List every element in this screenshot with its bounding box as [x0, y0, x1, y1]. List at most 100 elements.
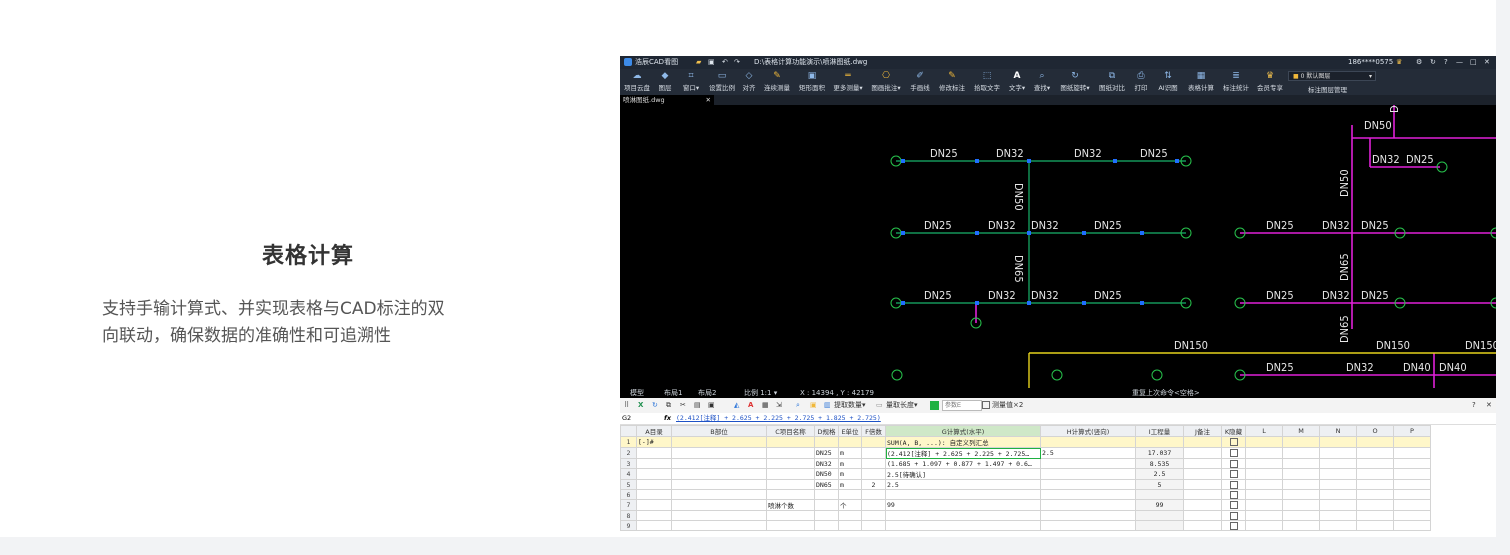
cell-k[interactable] [1221, 520, 1246, 531]
column-header[interactable]: E单位 [838, 425, 862, 437]
cell-h[interactable] [1040, 520, 1136, 531]
cell-k[interactable] [1221, 447, 1246, 459]
cell-l[interactable] [1245, 458, 1283, 469]
cell-c[interactable] [766, 510, 815, 521]
cell-h[interactable] [1040, 489, 1136, 500]
column-header[interactable]: G计算式(水平) [885, 425, 1041, 437]
cell-e[interactable]: 个 [838, 499, 862, 511]
close-icon[interactable]: ✕ [1484, 56, 1490, 69]
cell-g[interactable]: SUM(A, B, ...): 自定义列汇总 [885, 436, 1041, 448]
cell-h[interactable] [1040, 468, 1136, 480]
cell-i[interactable]: 5 [1135, 479, 1184, 490]
ribbon-vip[interactable]: ♛ 会员专享 [1254, 70, 1286, 94]
column-header[interactable]: K隐藏 [1221, 425, 1246, 437]
ribbon-layers[interactable]: ◆ 图层 [654, 70, 676, 94]
extract-count-button[interactable]: 提取数量▾ [834, 400, 866, 411]
cell-e[interactable]: m [838, 468, 862, 480]
ribbon-more-measure[interactable]: ═ 更多测量▾ [830, 70, 866, 94]
cell-d[interactable] [814, 520, 839, 531]
tab-layout1[interactable]: 布局1 [664, 388, 682, 398]
cell-m[interactable] [1282, 479, 1320, 490]
cell-p[interactable] [1393, 468, 1431, 480]
paste-icon[interactable]: ▤ [694, 400, 701, 411]
column-header[interactable]: H计算式(竖向) [1040, 425, 1136, 437]
format-icon[interactable]: ▦ [762, 400, 769, 411]
scale-select[interactable]: 比例 1:1 ▾ [744, 388, 777, 398]
cell-o[interactable] [1356, 479, 1394, 490]
cell-c[interactable] [766, 436, 815, 448]
ribbon-rect-area[interactable]: ▣ 矩形面积 [795, 70, 829, 94]
layer-manage-button[interactable]: 标注图层管理 [1308, 84, 1347, 94]
cell-d[interactable]: DN50 [814, 468, 839, 480]
user-account[interactable]: 186****0575 [1348, 56, 1393, 69]
maximize-icon[interactable]: □ [1470, 56, 1477, 69]
sheet-help-icon[interactable]: ? [1472, 400, 1476, 411]
cell-p[interactable] [1393, 520, 1431, 531]
cell-e[interactable]: m [838, 479, 862, 490]
cell-c[interactable] [766, 489, 815, 500]
cell-a[interactable] [636, 458, 672, 469]
cell-g[interactable] [885, 489, 1041, 500]
cell-n[interactable] [1319, 520, 1357, 531]
cell-n[interactable] [1319, 510, 1357, 521]
cell-e[interactable]: m [838, 458, 862, 469]
cell-m[interactable] [1282, 520, 1320, 531]
hide-checkbox[interactable] [1229, 449, 1238, 457]
cell-j[interactable] [1183, 436, 1222, 448]
cell-b[interactable] [671, 499, 767, 511]
redo-icon[interactable]: ↷ [734, 56, 740, 69]
cell-n[interactable] [1319, 479, 1357, 490]
cell-l[interactable] [1245, 489, 1283, 500]
hide-checkbox[interactable] [1229, 438, 1238, 446]
highlight-icon[interactable]: ▣ [810, 400, 817, 411]
cell-l[interactable] [1245, 447, 1283, 459]
cell-k[interactable] [1221, 468, 1246, 480]
cell-b[interactable] [671, 436, 767, 448]
cell-b[interactable] [671, 520, 767, 531]
cell-h[interactable]: 2.5 [1040, 447, 1136, 459]
cell-d[interactable]: DN65 [814, 479, 839, 490]
layer-select[interactable]: ■ 0 默认图层 ▾ [1288, 71, 1376, 81]
cell-j[interactable] [1183, 520, 1222, 531]
cell-p[interactable] [1393, 489, 1431, 500]
cell-e[interactable] [838, 510, 862, 521]
column-header[interactable]: D规格 [814, 425, 839, 437]
sync-icon[interactable]: ↻ [652, 400, 658, 411]
cell-b[interactable] [671, 489, 767, 500]
row-number[interactable]: 9 [620, 520, 637, 531]
cell-c[interactable] [766, 468, 815, 480]
row-number[interactable]: 6 [620, 489, 637, 500]
cell-e[interactable] [838, 489, 862, 500]
drag-handle-icon[interactable]: ⠿ [624, 400, 629, 411]
ribbon-find[interactable]: ⌕ 查找▾ [1030, 70, 1054, 94]
cell-j[interactable] [1183, 447, 1222, 459]
cell-d[interactable]: DN32 [814, 458, 839, 469]
measure-length-button[interactable]: 量取长度▾ [886, 400, 918, 411]
fill-color-icon[interactable]: ◭ [734, 400, 739, 411]
cell-c[interactable] [766, 458, 815, 469]
cell-f[interactable]: 2 [861, 479, 886, 490]
column-header[interactable]: L [1245, 425, 1283, 437]
cell-d[interactable]: DN25 [814, 447, 839, 459]
ribbon-continuous-measure[interactable]: ✎ 连续测量 [760, 70, 794, 94]
cell-e[interactable]: m [838, 447, 862, 459]
cell-a[interactable] [636, 520, 672, 531]
cell-p[interactable] [1393, 447, 1431, 459]
cell-i[interactable] [1135, 489, 1184, 500]
ribbon-compare[interactable]: ⧉ 图纸对比 [1095, 70, 1129, 94]
cell-n[interactable] [1319, 447, 1357, 459]
cell-p[interactable] [1393, 436, 1431, 448]
cell-a[interactable] [636, 479, 672, 490]
column-header[interactable]: I工程量 [1135, 425, 1184, 437]
cell-j[interactable] [1183, 489, 1222, 500]
cell-m[interactable] [1282, 510, 1320, 521]
hide-checkbox[interactable] [1229, 521, 1238, 530]
column-header[interactable]: B部位 [671, 425, 767, 437]
cell-h[interactable] [1040, 458, 1136, 469]
cell-g[interactable] [885, 520, 1041, 531]
ribbon-mark-stats[interactable]: ≣ 标注统计 [1219, 70, 1253, 94]
cell-c[interactable] [766, 520, 815, 531]
ribbon-rotate[interactable]: ↻ 图纸旋转▾ [1056, 70, 1094, 94]
param-color-swatch[interactable] [930, 401, 939, 410]
cell-m[interactable] [1282, 468, 1320, 480]
